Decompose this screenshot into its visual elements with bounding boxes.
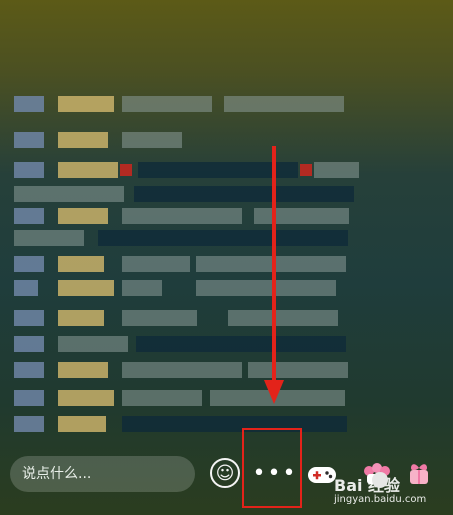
message-text (122, 208, 242, 224)
smiley-button[interactable]: ☺ (210, 458, 240, 488)
watermark-text: Bai 经验 (334, 476, 401, 495)
message-text (122, 256, 190, 272)
avatar (14, 362, 44, 378)
message-text (254, 208, 349, 224)
chat-message-list (14, 92, 359, 457)
paw-icon (372, 472, 388, 488)
chat-message-row (14, 386, 359, 412)
chat-message-row (14, 226, 359, 252)
message-text (196, 280, 336, 296)
chat-message-row (14, 306, 359, 332)
chat-message-row (14, 332, 359, 358)
badge (300, 164, 312, 176)
chat-message-row (14, 92, 359, 118)
message-text (58, 336, 128, 352)
message-text (14, 230, 84, 246)
chat-message-row (14, 128, 359, 154)
avatar (14, 336, 44, 352)
chat-message-row (14, 358, 359, 384)
chat-message-row (14, 412, 359, 438)
username (58, 208, 108, 224)
message-text (98, 230, 348, 246)
message-text (122, 362, 242, 378)
message-text (248, 362, 348, 378)
message-text (196, 256, 346, 272)
message-text (136, 336, 346, 352)
message-text (14, 186, 124, 202)
avatar (14, 310, 44, 326)
avatar (14, 162, 44, 178)
message-text (122, 310, 197, 326)
comment-input[interactable]: 说点什么... (10, 456, 195, 492)
badge (120, 164, 132, 176)
watermark: Bai 经验 jingyan.baidu.com (330, 470, 450, 510)
username (58, 256, 104, 272)
username (58, 280, 114, 296)
avatar (14, 96, 44, 112)
message-text (122, 416, 347, 432)
username (58, 132, 108, 148)
annotation-highlight-box (242, 428, 302, 508)
message-text (122, 132, 182, 148)
message-text (122, 280, 162, 296)
smiley-icon: ☺ (215, 462, 235, 484)
username (58, 162, 118, 178)
avatar (14, 132, 44, 148)
message-text (228, 310, 338, 326)
chat-message-row (14, 276, 359, 302)
avatar (14, 256, 44, 272)
watermark-url: jingyan.baidu.com (334, 494, 427, 505)
username (58, 362, 108, 378)
avatar (14, 390, 44, 406)
avatar (14, 280, 38, 296)
live-stream-screen: 说点什么... ☺ ••• Bai 经验 jingyan.baidu.com (0, 0, 453, 515)
message-text (314, 162, 359, 178)
message-text (224, 96, 344, 112)
username (58, 96, 114, 112)
message-text (122, 96, 212, 112)
username (58, 310, 104, 326)
avatar (14, 416, 44, 432)
username (58, 416, 106, 432)
avatar (14, 208, 44, 224)
chat-message-row (14, 252, 359, 278)
annotation-arrow-head (264, 380, 284, 404)
chat-message-row (14, 158, 359, 184)
message-text (122, 390, 202, 406)
message-text (134, 186, 354, 202)
username (58, 390, 114, 406)
annotation-arrow (272, 146, 276, 386)
